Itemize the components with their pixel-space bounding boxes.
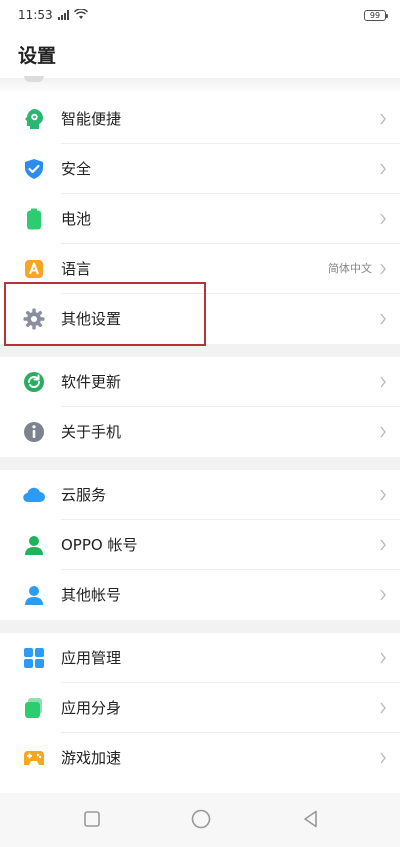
battery-indicator: 99 bbox=[364, 10, 388, 21]
partially-hidden-icon bbox=[24, 76, 44, 82]
language-icon bbox=[25, 260, 43, 278]
user-icon bbox=[25, 536, 43, 555]
settings-item-app-clone[interactable]: 应用分身 bbox=[0, 683, 400, 733]
settings-item-security[interactable]: 安全 bbox=[0, 144, 400, 194]
settings-item-label: 软件更新 bbox=[61, 373, 122, 391]
app-clone-icon bbox=[25, 698, 42, 718]
gamepad-icon bbox=[24, 751, 44, 765]
settings-item-app-management[interactable]: 应用管理 bbox=[0, 633, 400, 683]
chevron-right-icon bbox=[380, 539, 386, 551]
chevron-right-icon bbox=[380, 213, 386, 225]
settings-item-label: 应用管理 bbox=[61, 649, 122, 667]
cloud-icon bbox=[23, 487, 45, 503]
settings-item-software-update[interactable]: 软件更新 bbox=[0, 357, 400, 407]
settings-item-label: 其他帐号 bbox=[61, 586, 122, 604]
chevron-right-icon bbox=[380, 313, 386, 325]
navigation-bar bbox=[0, 793, 400, 847]
settings-item-label: 游戏加速 bbox=[61, 749, 122, 767]
signal-icon bbox=[58, 10, 69, 20]
chevron-right-icon bbox=[380, 752, 386, 764]
language-value: 简体中文 bbox=[328, 262, 372, 275]
chevron-right-icon bbox=[380, 489, 386, 501]
info-icon bbox=[24, 422, 44, 442]
group-separator bbox=[0, 344, 400, 357]
chevron-right-icon bbox=[380, 163, 386, 175]
settings-item-label: 其他设置 bbox=[61, 310, 122, 328]
scroll-fade bbox=[0, 78, 400, 94]
update-icon bbox=[24, 372, 44, 392]
chevron-right-icon bbox=[380, 589, 386, 601]
settings-item-oppo-account[interactable]: OPPO 帐号 bbox=[0, 520, 400, 570]
triangle-back-icon[interactable] bbox=[300, 808, 322, 830]
group-separator bbox=[0, 620, 400, 633]
settings-item-label: 关于手机 bbox=[61, 423, 122, 441]
chevron-right-icon bbox=[380, 376, 386, 388]
settings-item-label: 安全 bbox=[61, 160, 92, 178]
smart-assist-icon bbox=[25, 109, 43, 129]
settings-item-label: 电池 bbox=[61, 210, 92, 228]
apps-grid-icon bbox=[24, 648, 44, 668]
status-bar: 11:53 99 bbox=[0, 0, 400, 30]
settings-item-label: 智能便捷 bbox=[61, 110, 122, 128]
chevron-right-icon bbox=[380, 426, 386, 438]
settings-item-other-settings[interactable]: 其他设置 bbox=[0, 294, 400, 344]
settings-list: 智能便捷 安全 电池 语言 简体中文 其他设置 软件更新 关于手机 云服务 OP… bbox=[0, 94, 400, 783]
settings-item-other-accounts[interactable]: 其他帐号 bbox=[0, 570, 400, 620]
settings-item-label: 云服务 bbox=[61, 486, 107, 504]
settings-item-battery[interactable]: 电池 bbox=[0, 194, 400, 244]
chevron-right-icon bbox=[380, 263, 386, 275]
settings-item-about-phone[interactable]: 关于手机 bbox=[0, 407, 400, 457]
chevron-right-icon bbox=[380, 652, 386, 664]
settings-item-game-boost[interactable]: 游戏加速 bbox=[0, 733, 400, 783]
group-separator bbox=[0, 457, 400, 470]
settings-item-label: 语言 bbox=[61, 260, 92, 278]
settings-item-label: 应用分身 bbox=[61, 699, 122, 717]
settings-screen: 11:53 99 设置 智能便捷 安全 电池 语言 简体中文 其他设置 软件更新… bbox=[0, 0, 400, 847]
settings-item-cloud-service[interactable]: 云服务 bbox=[0, 470, 400, 520]
square-recents-icon[interactable] bbox=[81, 808, 103, 830]
page-title: 设置 bbox=[18, 45, 57, 67]
wifi-icon bbox=[74, 9, 88, 19]
gear-icon bbox=[23, 308, 45, 330]
circle-home-icon[interactable] bbox=[190, 808, 212, 830]
chevron-right-icon bbox=[380, 113, 386, 125]
shield-icon bbox=[25, 159, 43, 179]
status-time: 11:53 bbox=[18, 8, 53, 22]
chevron-right-icon bbox=[380, 702, 386, 714]
settings-item-smart-shortcut[interactable]: 智能便捷 bbox=[0, 94, 400, 144]
settings-item-label: OPPO 帐号 bbox=[61, 536, 138, 554]
user-icon bbox=[25, 586, 43, 605]
settings-item-language[interactable]: 语言 简体中文 bbox=[0, 244, 400, 294]
battery-icon bbox=[27, 208, 41, 230]
